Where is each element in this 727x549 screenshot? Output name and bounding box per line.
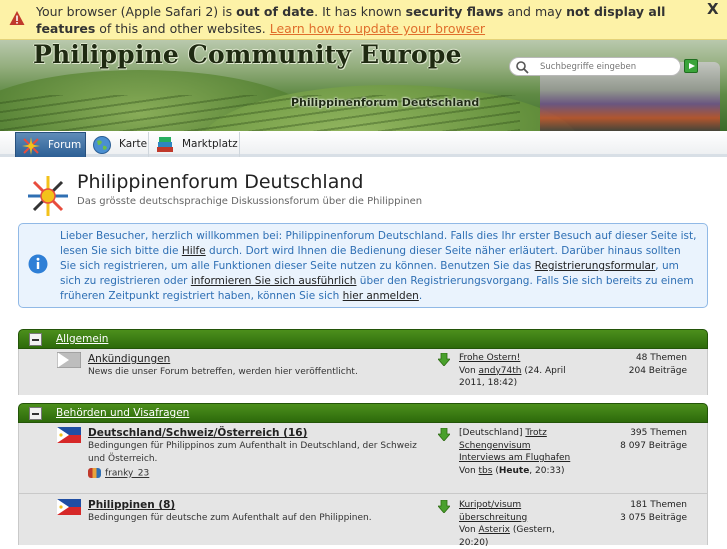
tab-marktplatz-label: Marktplatz	[182, 138, 238, 150]
announcement-icon	[57, 352, 81, 368]
post-count: 8 097 Beiträge	[620, 441, 687, 451]
go-to-last-post-icon[interactable]	[438, 428, 450, 441]
go-to-last-post-icon[interactable]	[438, 500, 450, 513]
search-submit-button[interactable]	[684, 59, 698, 73]
close-banner-button[interactable]: X	[707, 1, 719, 18]
page-description: Das grösste deutschsprachige Diskussions…	[77, 196, 423, 207]
last-post: Kuripot/visum überschreitung Von Asterix…	[459, 500, 555, 548]
banner-message: Your browser (Apple Safari 2) is out of …	[36, 4, 666, 36]
forum-stats: 48 Themen 204 Beiträge	[599, 352, 687, 378]
forum-description: Bedingungen für Philippinos zum Aufentha…	[88, 441, 417, 464]
moderator-link[interactable]: franky_23	[105, 469, 149, 479]
tab-marktplatz[interactable]: Marktplatz	[150, 132, 240, 157]
site-subtitle: Philippinenforum Deutschland	[291, 96, 480, 109]
philippines-flag-icon	[57, 499, 81, 515]
forum-row: Deutschland/Schweiz/Österreich (16) Bedi…	[18, 423, 708, 493]
forum-row: Ankündigungen News die unser Forum betre…	[18, 349, 708, 395]
registration-info-link[interactable]: informieren Sie sich ausführlich	[191, 275, 357, 287]
last-post-user[interactable]: Asterix	[479, 525, 510, 535]
tab-forum-label: Forum	[48, 139, 82, 151]
main-navigation: Forum Karte Marktplatz	[0, 131, 727, 157]
registration-form-link[interactable]: Registrierungsformular	[535, 260, 656, 272]
last-post-title[interactable]: Frohe Ostern!	[459, 353, 520, 363]
info-icon	[28, 254, 48, 274]
forum-icon	[22, 137, 40, 155]
forum-name[interactable]: Philippinen (8)	[88, 499, 175, 511]
login-link[interactable]: hier anmelden	[343, 290, 419, 302]
post-count: 204 Beiträge	[628, 366, 687, 376]
forum-name[interactable]: Ankündigungen	[88, 353, 170, 365]
tab-karte-label: Karte	[119, 138, 148, 150]
collapse-toggle-button[interactable]	[29, 333, 42, 346]
page-title: Philippinenforum Deutschland	[77, 171, 364, 193]
category-header: Behörden und Visafragen	[18, 403, 708, 423]
last-post: Frohe Ostern! Von andy74th (24. April 20…	[459, 353, 566, 388]
category-title[interactable]: Behörden und Visafragen	[56, 407, 189, 419]
search-input[interactable]	[540, 60, 675, 74]
globe-icon	[93, 136, 111, 154]
tab-karte[interactable]: Karte	[87, 132, 149, 157]
forum-stats: 181 Themen 3 075 Beiträge	[599, 499, 687, 525]
thread-count: 181 Themen	[630, 500, 687, 510]
site-title[interactable]: Philippine Community Europe	[33, 40, 462, 69]
go-to-last-post-icon[interactable]	[438, 353, 450, 366]
books-icon	[157, 137, 173, 152]
category-title[interactable]: Allgemein	[56, 333, 108, 345]
site-header: Philippine Community Europe Philippinenf…	[0, 40, 727, 131]
forum-description: News die unser Forum betreffen, werden h…	[88, 367, 358, 377]
philippines-flag-icon	[57, 427, 81, 443]
tab-forum[interactable]: Forum	[15, 132, 86, 157]
last-post-user[interactable]: andy74th	[479, 366, 522, 376]
search-icon	[516, 61, 529, 74]
thread-count: 48 Themen	[635, 353, 687, 363]
forum-stats: 395 Themen 8 097 Beiträge	[599, 427, 687, 453]
update-browser-link[interactable]: Learn how to update your browser	[270, 21, 485, 36]
last-post-title[interactable]: Kuripot/visum überschreitung	[459, 500, 527, 523]
help-link[interactable]: Hilfe	[182, 245, 206, 257]
collapse-toggle-button[interactable]	[29, 407, 42, 420]
thread-count: 395 Themen	[630, 428, 687, 438]
search-box	[509, 57, 681, 76]
welcome-info-box: Lieber Besucher, herzlich willkommen bei…	[18, 223, 708, 308]
warning-icon	[9, 11, 25, 25]
last-post: [Deutschland] Trotz Schengenvisum Interv…	[459, 428, 571, 476]
category-header: Allgemein	[18, 329, 708, 349]
last-post-user[interactable]: tbs	[479, 466, 493, 476]
post-count: 3 075 Beiträge	[620, 513, 687, 523]
forum-logo-icon	[28, 176, 68, 216]
forum-description: Bedingungen für deutsche zum Aufenthalt …	[88, 513, 372, 523]
forum-name[interactable]: Deutschland/Schweiz/Österreich (16)	[88, 427, 307, 439]
moderator: franky_23	[88, 468, 149, 479]
forum-row: Philippinen (8) Bedingungen für deutsche…	[18, 494, 708, 548]
outdated-browser-banner: Your browser (Apple Safari 2) is out of …	[0, 0, 727, 40]
welcome-text: Lieber Besucher, herzlich willkommen bei…	[60, 230, 697, 302]
moderator-icon	[88, 468, 101, 478]
